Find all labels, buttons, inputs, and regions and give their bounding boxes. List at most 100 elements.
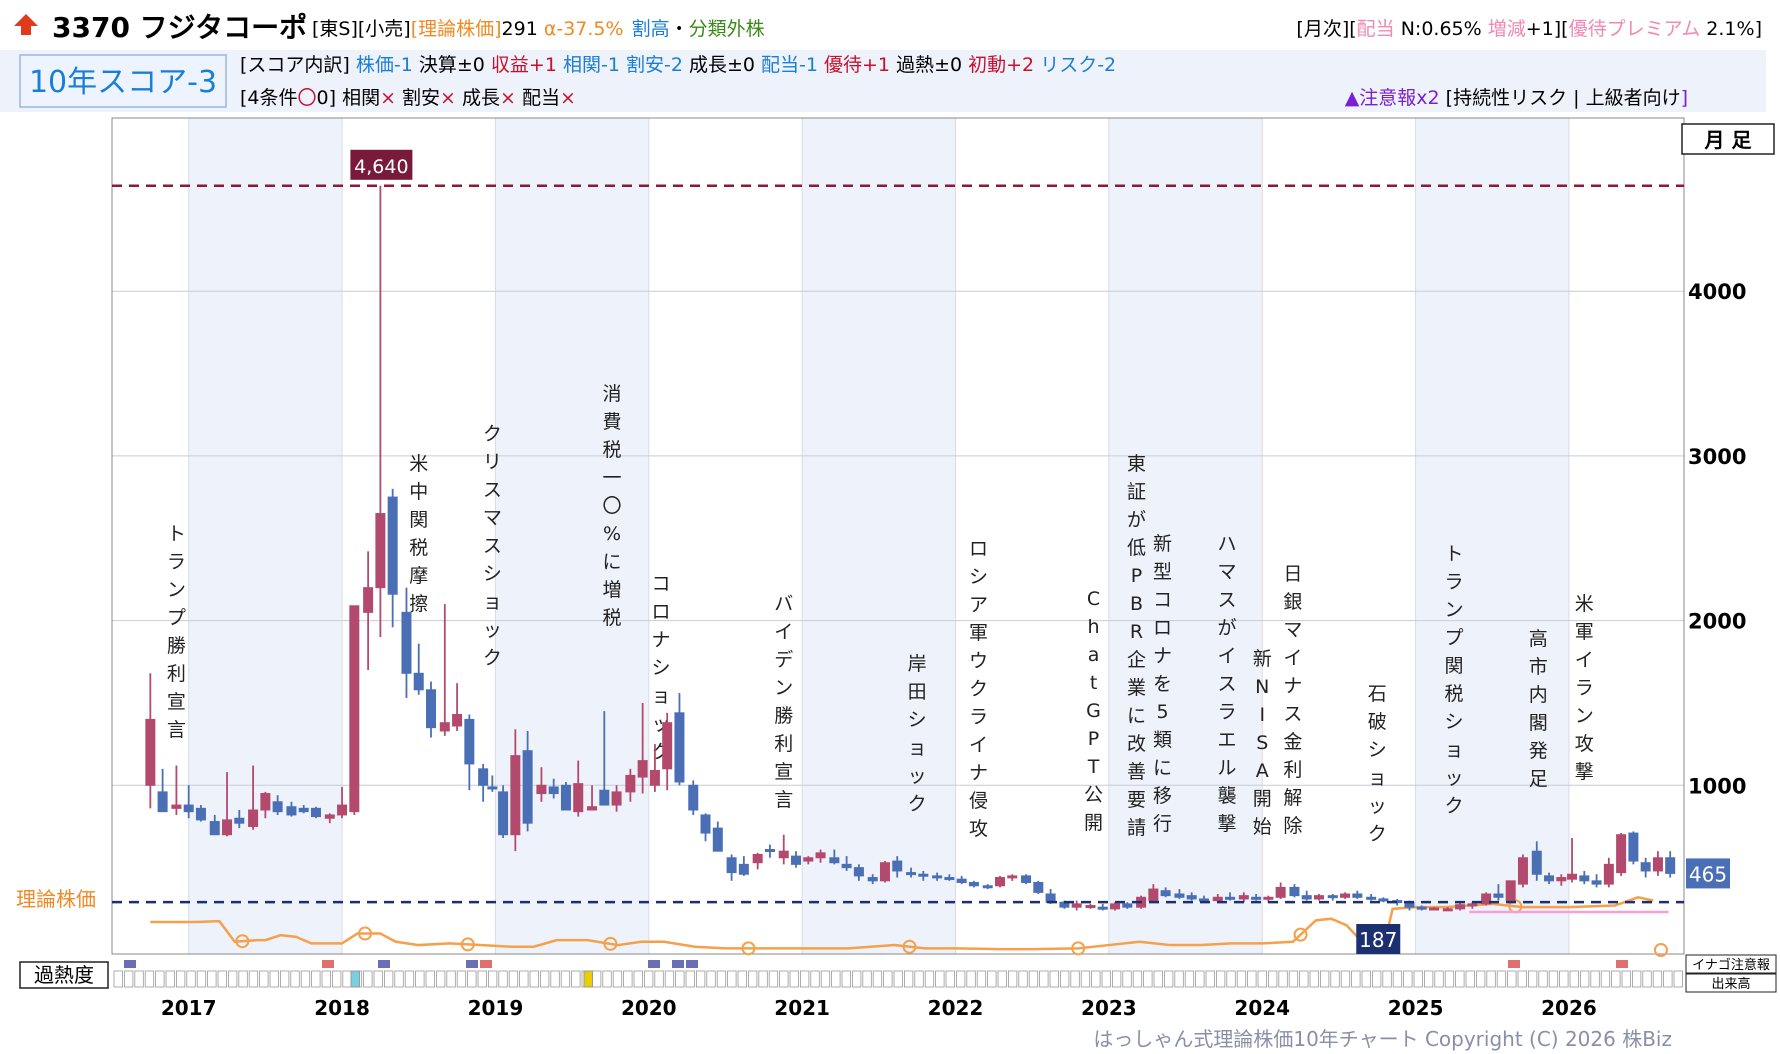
candle-body [1212,896,1223,902]
event-char: シ [652,657,671,679]
last-label: 465 [1689,862,1727,886]
candle-body [426,689,437,729]
overheat-cell [685,970,695,988]
score_breakdown-part: 初動+2 [968,54,1040,76]
candle-body [1505,880,1516,902]
candle-body [1591,880,1602,885]
event-char: ン [1444,599,1463,621]
event-char: ラ [1575,677,1594,699]
event-char: 始 [1253,816,1272,838]
event-char: 税 [602,439,621,461]
event-label: 新型コロナを 5 類に移行 [1153,533,1172,835]
inago-mark [686,960,698,968]
candle-body [1628,832,1639,862]
overheat-cell [1444,970,1455,988]
event-char: ラ [1217,701,1236,723]
score_breakdown-part: 決算±0 [419,54,491,76]
overheat-cell [425,970,435,988]
header-right: [月次][配当 N:0.65% 増減+1][優待プレミアム 2.1%] [1296,18,1762,40]
candle-body [1263,896,1274,900]
overheat-cell [331,970,342,988]
x-tick-label: 2017 [161,996,217,1020]
overheat-cell [1164,970,1174,988]
event-char: シ [1368,739,1387,761]
event-char: N [1255,676,1269,698]
event-char: S [1256,732,1268,754]
score_breakdown-part: 配当-1 [761,54,824,76]
inago-mark [124,960,136,968]
overheat-cell [602,970,612,988]
event-text: クリスマスショック [483,423,502,669]
overheat-cell [1621,970,1631,988]
overheat-cell [279,970,290,988]
candle-body [892,860,903,872]
event-char: 攻 [969,818,988,840]
overheat-cell [914,970,924,988]
event-label: 新 N I S A 開始 [1253,648,1272,838]
event-char: マ [1283,619,1302,641]
event-char: 攻 [1575,733,1594,755]
overheat-cell [966,970,976,988]
candle-body [879,862,890,882]
event-char: 関 [1444,655,1463,677]
y-axis: 1000 2000 3000 4000 [1688,280,1746,798]
candle-body [387,496,398,595]
candle-body [1340,893,1351,898]
overheat-cell [1268,970,1278,988]
overheat-cell [1351,970,1361,988]
event-char: ロ [969,538,988,560]
overheat-cell [1528,970,1538,988]
event-char: ス [1217,589,1236,611]
event-char: コ [652,573,671,595]
overheat-cell [155,970,165,988]
candle-body [906,872,917,876]
candle-body [1033,881,1044,893]
overheat-cell [1080,970,1091,988]
event-char: ウ [969,650,988,672]
overheat-cell [831,970,841,988]
overheat-cell [1559,970,1569,988]
overheat-cell [1424,970,1434,988]
event-label: バイデン勝利宣言 [774,593,793,811]
event-char: 侵 [969,790,988,812]
score_breakdown-part: 株価-1 [356,54,419,76]
overheat-cell [1008,970,1018,988]
event-char: ク [1444,795,1463,817]
overheat-cell [935,970,945,988]
candle-body [349,605,360,813]
inago-mark [480,960,492,968]
event-text: ロシア軍ウクライナ侵攻 [969,538,988,840]
overheat-cell [1642,970,1652,988]
overheat-cell [113,970,123,988]
overheat-cell [560,970,571,988]
overheat-cell [1049,970,1059,988]
event-char: イ [774,621,793,643]
overheat-cell [259,970,269,988]
x-axis: 2017 2018 2019 2020 2021 2022 2023 2024 2025 2026 [161,996,1597,1020]
overheat-cell [1101,970,1111,988]
event-char: シ [483,563,502,585]
overheat-cell [592,970,602,988]
event-char: ス [483,479,502,501]
overheat-cell [945,970,955,988]
event-char: ョ [652,685,671,707]
overheat-cell [800,970,810,988]
event-char: ク [908,793,927,815]
candle-body [260,793,271,811]
conditions-part: 配当 [516,87,560,109]
overheat-cell [124,970,134,988]
candle-body [145,718,156,786]
candle-body [498,791,509,836]
overheat-cell [1569,970,1579,988]
event-char: シ [908,709,927,731]
event-char: ナ [1153,645,1172,667]
x-tick-label: 2022 [928,996,984,1020]
event-char: 勝 [167,635,186,657]
candle-body [611,791,622,806]
inago-mark [1616,960,1628,968]
event-char: G [1086,700,1101,722]
x-tick-label: 2020 [621,996,677,1020]
candle-body [688,784,699,811]
overheat-cell [1060,970,1070,988]
candle-body [157,791,168,813]
